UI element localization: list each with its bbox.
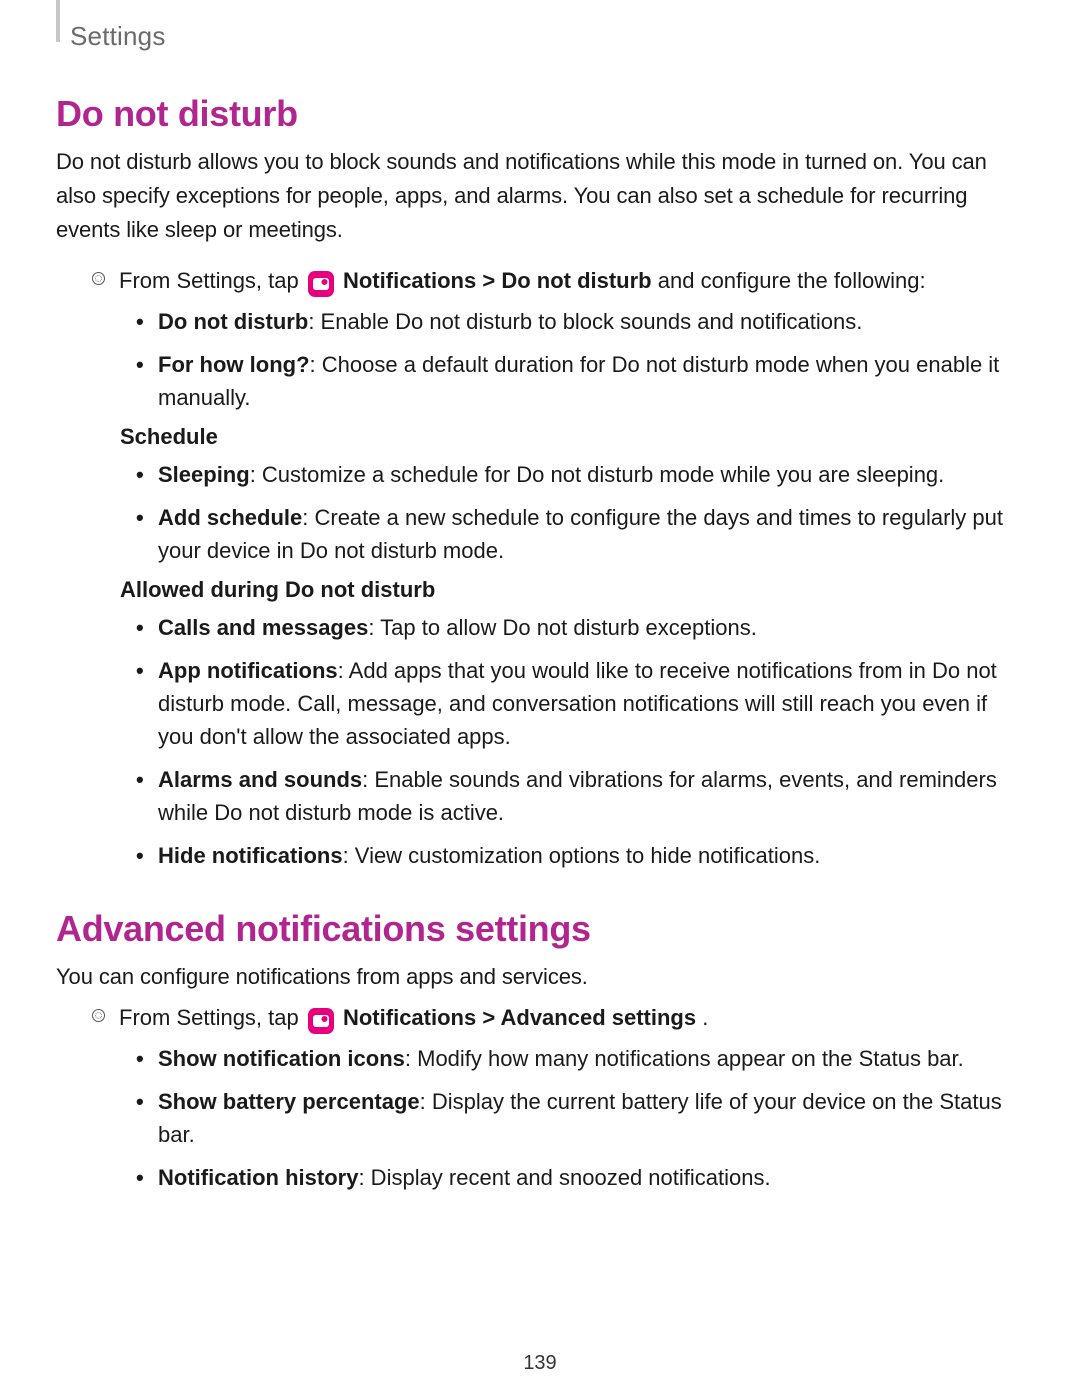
desc: : Display recent and snoozed notificatio… (358, 1165, 770, 1190)
intro-do-not-disturb: Do not disturb allows you to block sound… (56, 145, 1020, 247)
list-item: For how long?: Choose a default duration… (136, 348, 1020, 414)
term: Notification history (158, 1165, 358, 1190)
term: Hide notifications (158, 843, 343, 868)
term: For how long? (158, 352, 310, 377)
list-schedule: Sleeping: Customize a schedule for Do no… (136, 458, 1020, 567)
term: Show notification icons (158, 1046, 405, 1071)
list-allowed: Calls and messages: Tap to allow Do not … (136, 611, 1020, 872)
instruction-dnd: From Settings, tap Notifications > Do no… (92, 265, 1020, 297)
instruction-pre: From Settings, tap (119, 268, 305, 293)
instruction-sep: > (482, 1005, 500, 1030)
desc: : Tap to allow Do not disturb exceptions… (368, 615, 756, 640)
list-item: Show notification icons: Modify how many… (136, 1042, 1020, 1075)
instruction-pre: From Settings, tap (119, 1005, 305, 1030)
term: App notifications (158, 658, 338, 683)
list-dnd-top: Do not disturb: Enable Do not disturb to… (136, 305, 1020, 414)
list-item: Alarms and sounds: Enable sounds and vib… (136, 763, 1020, 829)
list-item: App notifications: Add apps that you wou… (136, 654, 1020, 753)
circle-bullet-icon (92, 272, 105, 285)
term: Alarms and sounds (158, 767, 362, 792)
desc: : Customize a schedule for Do not distur… (250, 462, 945, 487)
desc: : Modify how many notifications appear o… (405, 1046, 964, 1071)
list-item: Hide notifications: View customization o… (136, 839, 1020, 872)
term: Do not disturb (158, 309, 308, 334)
notifications-icon (308, 271, 334, 297)
instruction-sep: > (482, 268, 501, 293)
list-item: Show battery percentage: Display the cur… (136, 1085, 1020, 1151)
desc: : View customization options to hide not… (343, 843, 821, 868)
instruction-advanced: From Settings, tap Notifications > Advan… (92, 1002, 1020, 1034)
list-item: Add schedule: Create a new schedule to c… (136, 501, 1020, 567)
term: Show battery percentage (158, 1089, 420, 1114)
list-item: Calls and messages: Tap to allow Do not … (136, 611, 1020, 644)
subheading-schedule: Schedule (120, 424, 1020, 450)
subheading-allowed: Allowed during Do not disturb (120, 577, 1020, 603)
instruction-text: From Settings, tap Notifications > Do no… (119, 265, 926, 297)
list-item: Sleeping: Customize a schedule for Do no… (136, 458, 1020, 491)
heading-advanced: Advanced notifications settings (56, 908, 1020, 950)
instruction-post: . (702, 1005, 708, 1030)
list-advanced: Show notification icons: Modify how many… (136, 1042, 1020, 1194)
header-tick (56, 0, 60, 42)
document-page: Settings Do not disturb Do not disturb a… (0, 0, 1080, 1397)
term: Add schedule (158, 505, 302, 530)
instruction-post: and configure the following: (658, 268, 926, 293)
instruction-bold-1: Notifications (343, 1005, 476, 1030)
intro-advanced: You can configure notifications from app… (56, 960, 1020, 994)
page-number: 139 (0, 1352, 1080, 1375)
breadcrumb: Settings (70, 22, 166, 51)
list-item: Notification history: Display recent and… (136, 1161, 1020, 1194)
term: Sleeping (158, 462, 250, 487)
instruction-bold-2: Do not disturb (501, 268, 651, 293)
instruction-bold-2: Advanced settings (501, 1005, 697, 1030)
notifications-icon (308, 1008, 334, 1034)
instruction-text: From Settings, tap Notifications > Advan… (119, 1002, 708, 1034)
header: Settings (56, 18, 1020, 51)
desc: : Enable Do not disturb to block sounds … (308, 309, 862, 334)
heading-do-not-disturb: Do not disturb (56, 93, 1020, 135)
circle-bullet-icon (92, 1009, 105, 1022)
list-item: Do not disturb: Enable Do not disturb to… (136, 305, 1020, 338)
term: Calls and messages (158, 615, 368, 640)
instruction-bold-1: Notifications (343, 268, 476, 293)
